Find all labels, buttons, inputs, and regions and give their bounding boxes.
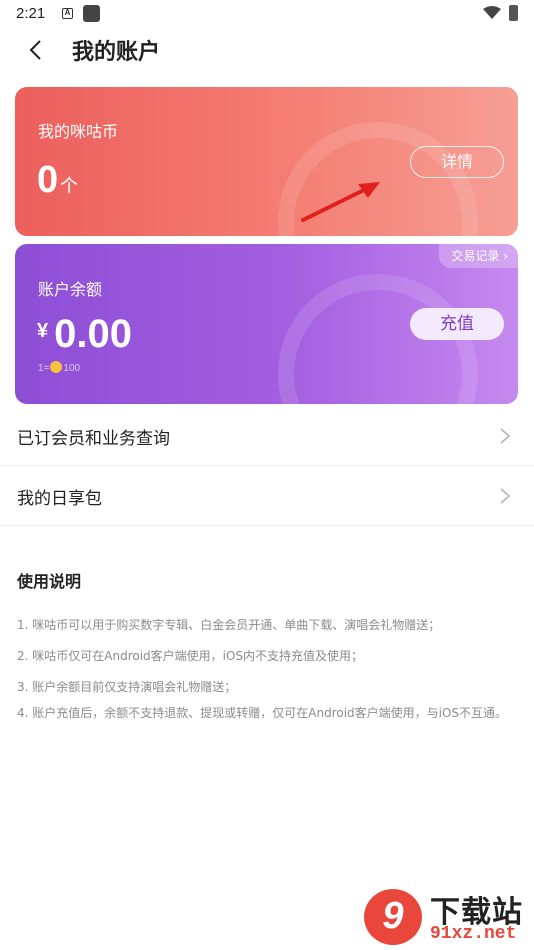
notification-square-icon [83,5,100,22]
coin-card-label: 我的咪咕币 [38,122,119,141]
instruction-note: 1. 咪咕币可以用于购买数字专辑、白金会员开通、单曲下载、演唱会礼物赠送； [17,618,441,632]
app-header: 我的账户 [0,28,534,74]
coin-amount: 0个 [37,159,78,202]
wifi-icon [483,6,501,19]
balance-card: 交易记录 › 账户余额 ¥0.00 1= 100 充值 [15,244,518,404]
instruction-note: 3. 账户余额目前仅支持演唱会礼物赠送； [17,680,237,694]
battery-icon [509,5,518,21]
notification-a-icon: A [62,8,73,19]
annotation-arrow-icon [301,182,380,222]
chevron-right-icon [500,488,511,504]
exchange-rate-right: 100 [63,363,81,374]
page-title: 我的账户 [72,40,161,65]
site-watermark-logo: 9 下载站 91xz.net [364,885,532,949]
balance-amount: ¥0.00 [37,312,132,357]
list-item-label: 我的日享包 [17,489,102,509]
status-time: 2:21 [16,5,46,22]
status-bar: 2:21 A [0,0,534,28]
transactions-link[interactable]: 交易记录 › [439,244,518,268]
list-item-daily-pack[interactable]: 我的日享包 [0,466,534,526]
chevron-right-icon [500,428,511,444]
coin-icon [50,361,63,373]
recharge-button[interactable]: 充值 [410,308,504,340]
instruction-note: 4. 账户充值后，余额不支持退款、提现或转赠，仅可在Android客户端使用，与… [17,706,508,720]
coin-detail-button[interactable]: 详情 [410,146,504,178]
instruction-note: 2. 咪咕币仅可在Android客户端使用，iOS内不支持充值及使用； [17,649,364,663]
list-item-label: 已订会员和业务查询 [17,429,170,449]
coin-amount-value: 0 [37,159,59,201]
balance-card-label: 账户余额 [38,280,103,299]
exchange-rate-left: 1= [38,363,50,374]
balance-amount-value: 0.00 [54,312,132,356]
coin-card: 我的咪咕币 0个 详情 [15,87,518,236]
coin-amount-unit: 个 [60,176,79,197]
exchange-rate: 1= 100 [38,361,80,374]
instructions-title: 使用说明 [17,572,82,591]
site-url: 91xz.net [430,924,517,944]
list-item-subscriptions[interactable]: 已订会员和业务查询 [0,406,534,466]
site-badge-icon: 9 [364,889,422,945]
back-arrow-icon[interactable] [24,38,48,62]
currency-symbol: ¥ [37,320,49,342]
